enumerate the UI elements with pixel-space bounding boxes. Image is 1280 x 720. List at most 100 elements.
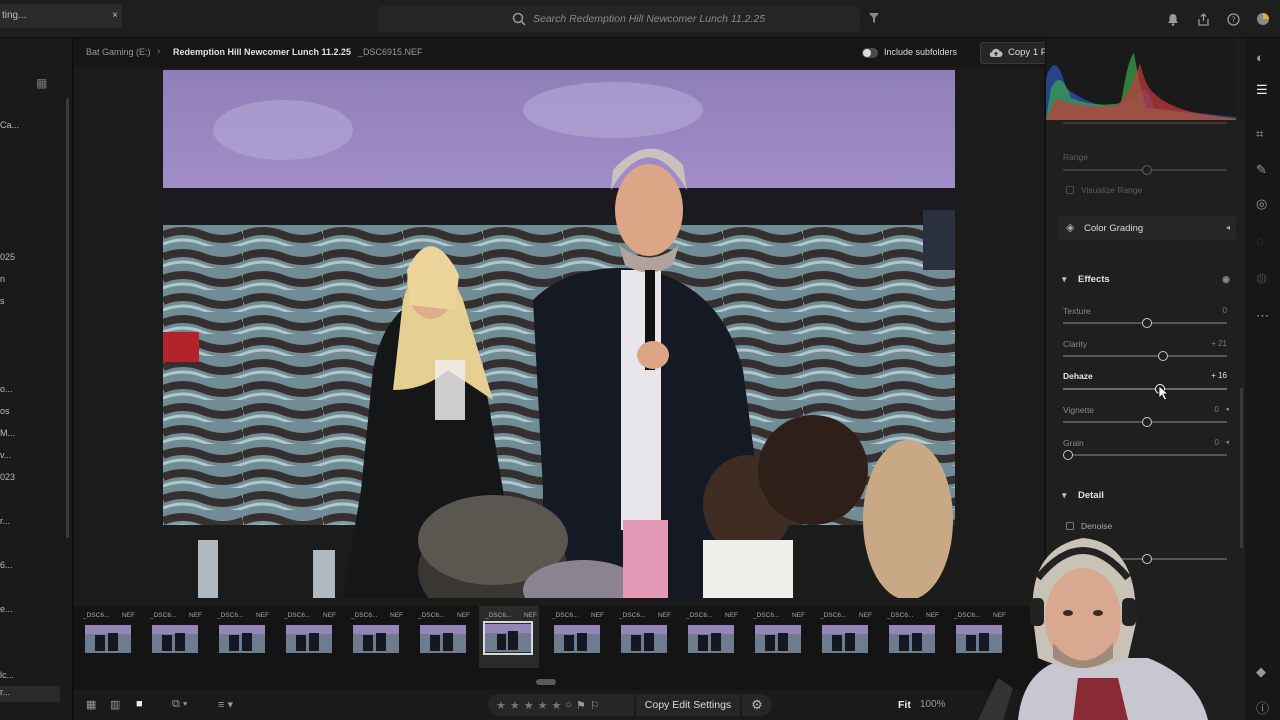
filmstrip-thumbnail[interactable]: _DSC6... NEF <box>613 606 673 668</box>
detail-view-icon[interactable]: ■ <box>136 698 143 710</box>
detail-section-header[interactable]: ▾ Detail <box>1058 482 1236 510</box>
help-icon[interactable]: ? <box>1224 10 1242 28</box>
square-grid-icon[interactable]: ▥ <box>110 698 120 711</box>
texture-value[interactable]: 0 <box>1223 306 1227 315</box>
filmstrip-thumbnail[interactable]: _DSC6... NEF <box>546 606 606 668</box>
share-icon[interactable] <box>1194 10 1212 28</box>
color-grading-label: Color Grading <box>1084 223 1144 234</box>
filmstrip-thumbnail[interactable]: _DSC6... NEF <box>77 606 137 668</box>
grain-track[interactable] <box>1063 454 1227 456</box>
unflag-icon[interactable]: ○ <box>565 699 572 711</box>
collapse-left-icon[interactable]: ◂ <box>1226 223 1230 232</box>
tag-icon[interactable]: ◆ <box>1256 664 1266 680</box>
filmstrip-thumbnail[interactable]: _DSC6... NEF <box>144 606 204 668</box>
star-icon[interactable]: ★ <box>510 699 520 712</box>
filmstrip-thumbnail[interactable]: _DSC6... NEF <box>881 606 941 668</box>
edit-panel-scrollbar[interactable] <box>1240 388 1243 548</box>
stack-icon[interactable]: ⧉ ▾ <box>172 698 188 711</box>
clarity-knob[interactable] <box>1158 351 1168 361</box>
vignette-knob[interactable] <box>1142 417 1152 427</box>
range-knob[interactable] <box>1142 165 1152 175</box>
healing-icon[interactable]: ✎ <box>1256 162 1267 178</box>
texture-label: Texture <box>1063 306 1091 316</box>
album-item[interactable]: e... <box>0 604 13 614</box>
edit-sliders-icon[interactable]: ☰ <box>1256 82 1268 98</box>
zoom-level[interactable]: 100% <box>920 699 946 710</box>
lens-blur-icon[interactable]: ◍ <box>1256 270 1267 286</box>
grain-value[interactable]: 0 <box>1215 438 1219 447</box>
panel-options-icon[interactable]: ▦ <box>36 76 47 90</box>
texture-knob[interactable] <box>1142 318 1152 328</box>
breadcrumb-drive[interactable]: Bat Gaming (E:) <box>86 47 151 57</box>
album-item[interactable]: n <box>0 274 5 284</box>
bell-icon[interactable] <box>1164 10 1182 28</box>
visibility-icon[interactable]: ◉ <box>1222 274 1230 285</box>
album-item[interactable]: M... <box>0 428 15 438</box>
visualize-range-checkbox[interactable] <box>1066 186 1074 194</box>
star-rating[interactable]: ★ ★ ★ ★ ★ ○ ⚑ ⚐ <box>488 694 634 716</box>
filmstrip-thumbnail[interactable]: _DSC6... NEF <box>211 606 271 668</box>
red-eye-icon[interactable]: ◌ <box>1256 234 1264 249</box>
album-item[interactable]: 025 <box>0 252 15 262</box>
star-icon[interactable]: ★ <box>552 699 562 712</box>
album-item[interactable]: 6... <box>0 560 13 570</box>
left-scrollbar[interactable] <box>66 98 69 538</box>
expand-icon[interactable]: ◂ <box>1225 438 1229 446</box>
grid-view-icon[interactable]: ▦ <box>86 698 96 711</box>
document-tab[interactable]: ting... × <box>0 4 122 28</box>
more-icon[interactable]: ⋯ <box>1256 308 1269 324</box>
crop-icon[interactable]: ⌗ <box>1256 126 1263 142</box>
album-item[interactable]: r... <box>0 687 10 697</box>
info-icon[interactable]: ⓘ <box>1256 698 1269 717</box>
album-item[interactable]: o... <box>0 384 13 394</box>
reject-flag-icon[interactable]: ⚐ <box>590 699 600 712</box>
filter-icon[interactable] <box>868 12 880 24</box>
thumb-name: _DSC6... <box>83 612 110 619</box>
effects-section-header[interactable]: ▾ Effects ◉ <box>1058 266 1236 294</box>
vignette-value[interactable]: 0 <box>1215 405 1219 414</box>
filmstrip-thumbnail-selected[interactable]: _DSC6... NEF <box>479 606 539 668</box>
filmstrip-thumbnail[interactable]: _DSC6... NEF <box>345 606 405 668</box>
thumb-image <box>688 625 734 653</box>
star-icon[interactable]: ★ <box>524 699 534 712</box>
dehaze-value[interactable]: + 16 <box>1211 371 1227 380</box>
search-input[interactable]: Search Redemption Hill Newcomer Lunch 11… <box>378 6 860 32</box>
main-photo[interactable] <box>163 70 955 598</box>
thumb-name: _DSC6... <box>686 612 713 619</box>
album-item[interactable]: lc... <box>0 670 14 680</box>
cloud-status-icon[interactable] <box>1254 10 1272 28</box>
presets-icon[interactable]: ◐ <box>1256 50 1264 65</box>
filmstrip-thumbnail[interactable]: _DSC6... NEF <box>278 606 338 668</box>
masking-icon[interactable]: ◎ <box>1256 196 1267 212</box>
star-icon[interactable]: ★ <box>496 699 506 712</box>
breadcrumb-file: _DSC6915.NEF <box>358 47 423 57</box>
close-icon[interactable]: × <box>112 4 118 28</box>
gear-icon[interactable]: ⚙ <box>742 694 772 716</box>
include-subfolders-toggle[interactable] <box>862 48 878 58</box>
breadcrumb-album[interactable]: Redemption Hill Newcomer Lunch 11.2.25 <box>173 47 351 57</box>
album-item[interactable]: Ca... <box>0 120 19 130</box>
album-item[interactable]: 023 <box>0 472 15 482</box>
sort-icon[interactable]: ≡ ▾ <box>218 698 233 711</box>
album-item[interactable]: v... <box>0 450 11 460</box>
clarity-value[interactable]: + 21 <box>1211 339 1227 348</box>
album-item[interactable]: os <box>0 406 10 416</box>
flag-icon[interactable]: ⚑ <box>576 699 586 712</box>
filmstrip-thumbnail[interactable]: _DSC6... NEF <box>680 606 740 668</box>
grain-knob[interactable] <box>1063 450 1073 460</box>
filmstrip-resize-handle[interactable] <box>536 679 556 685</box>
zoom-fit-button[interactable]: Fit <box>898 699 911 711</box>
clarity-track[interactable] <box>1063 355 1227 357</box>
filmstrip-thumbnail[interactable]: _DSC6... NEF <box>814 606 874 668</box>
range-track-prev <box>1063 122 1227 124</box>
copy-edit-settings-button[interactable]: Copy Edit Settings <box>636 694 740 716</box>
filmstrip-thumbnail[interactable]: _DSC6... NEF <box>412 606 472 668</box>
album-item[interactable]: r... <box>0 516 10 526</box>
color-grading-row[interactable]: ◈ Color Grading ◂ <box>1058 216 1236 240</box>
expand-icon[interactable]: ◂ <box>1225 405 1229 413</box>
dehaze-track[interactable] <box>1063 388 1227 390</box>
star-icon[interactable]: ★ <box>538 699 548 712</box>
filmstrip-thumbnail[interactable]: _DSC6... NEF <box>747 606 807 668</box>
thumb-image <box>219 625 265 653</box>
album-item[interactable]: s <box>0 296 5 306</box>
